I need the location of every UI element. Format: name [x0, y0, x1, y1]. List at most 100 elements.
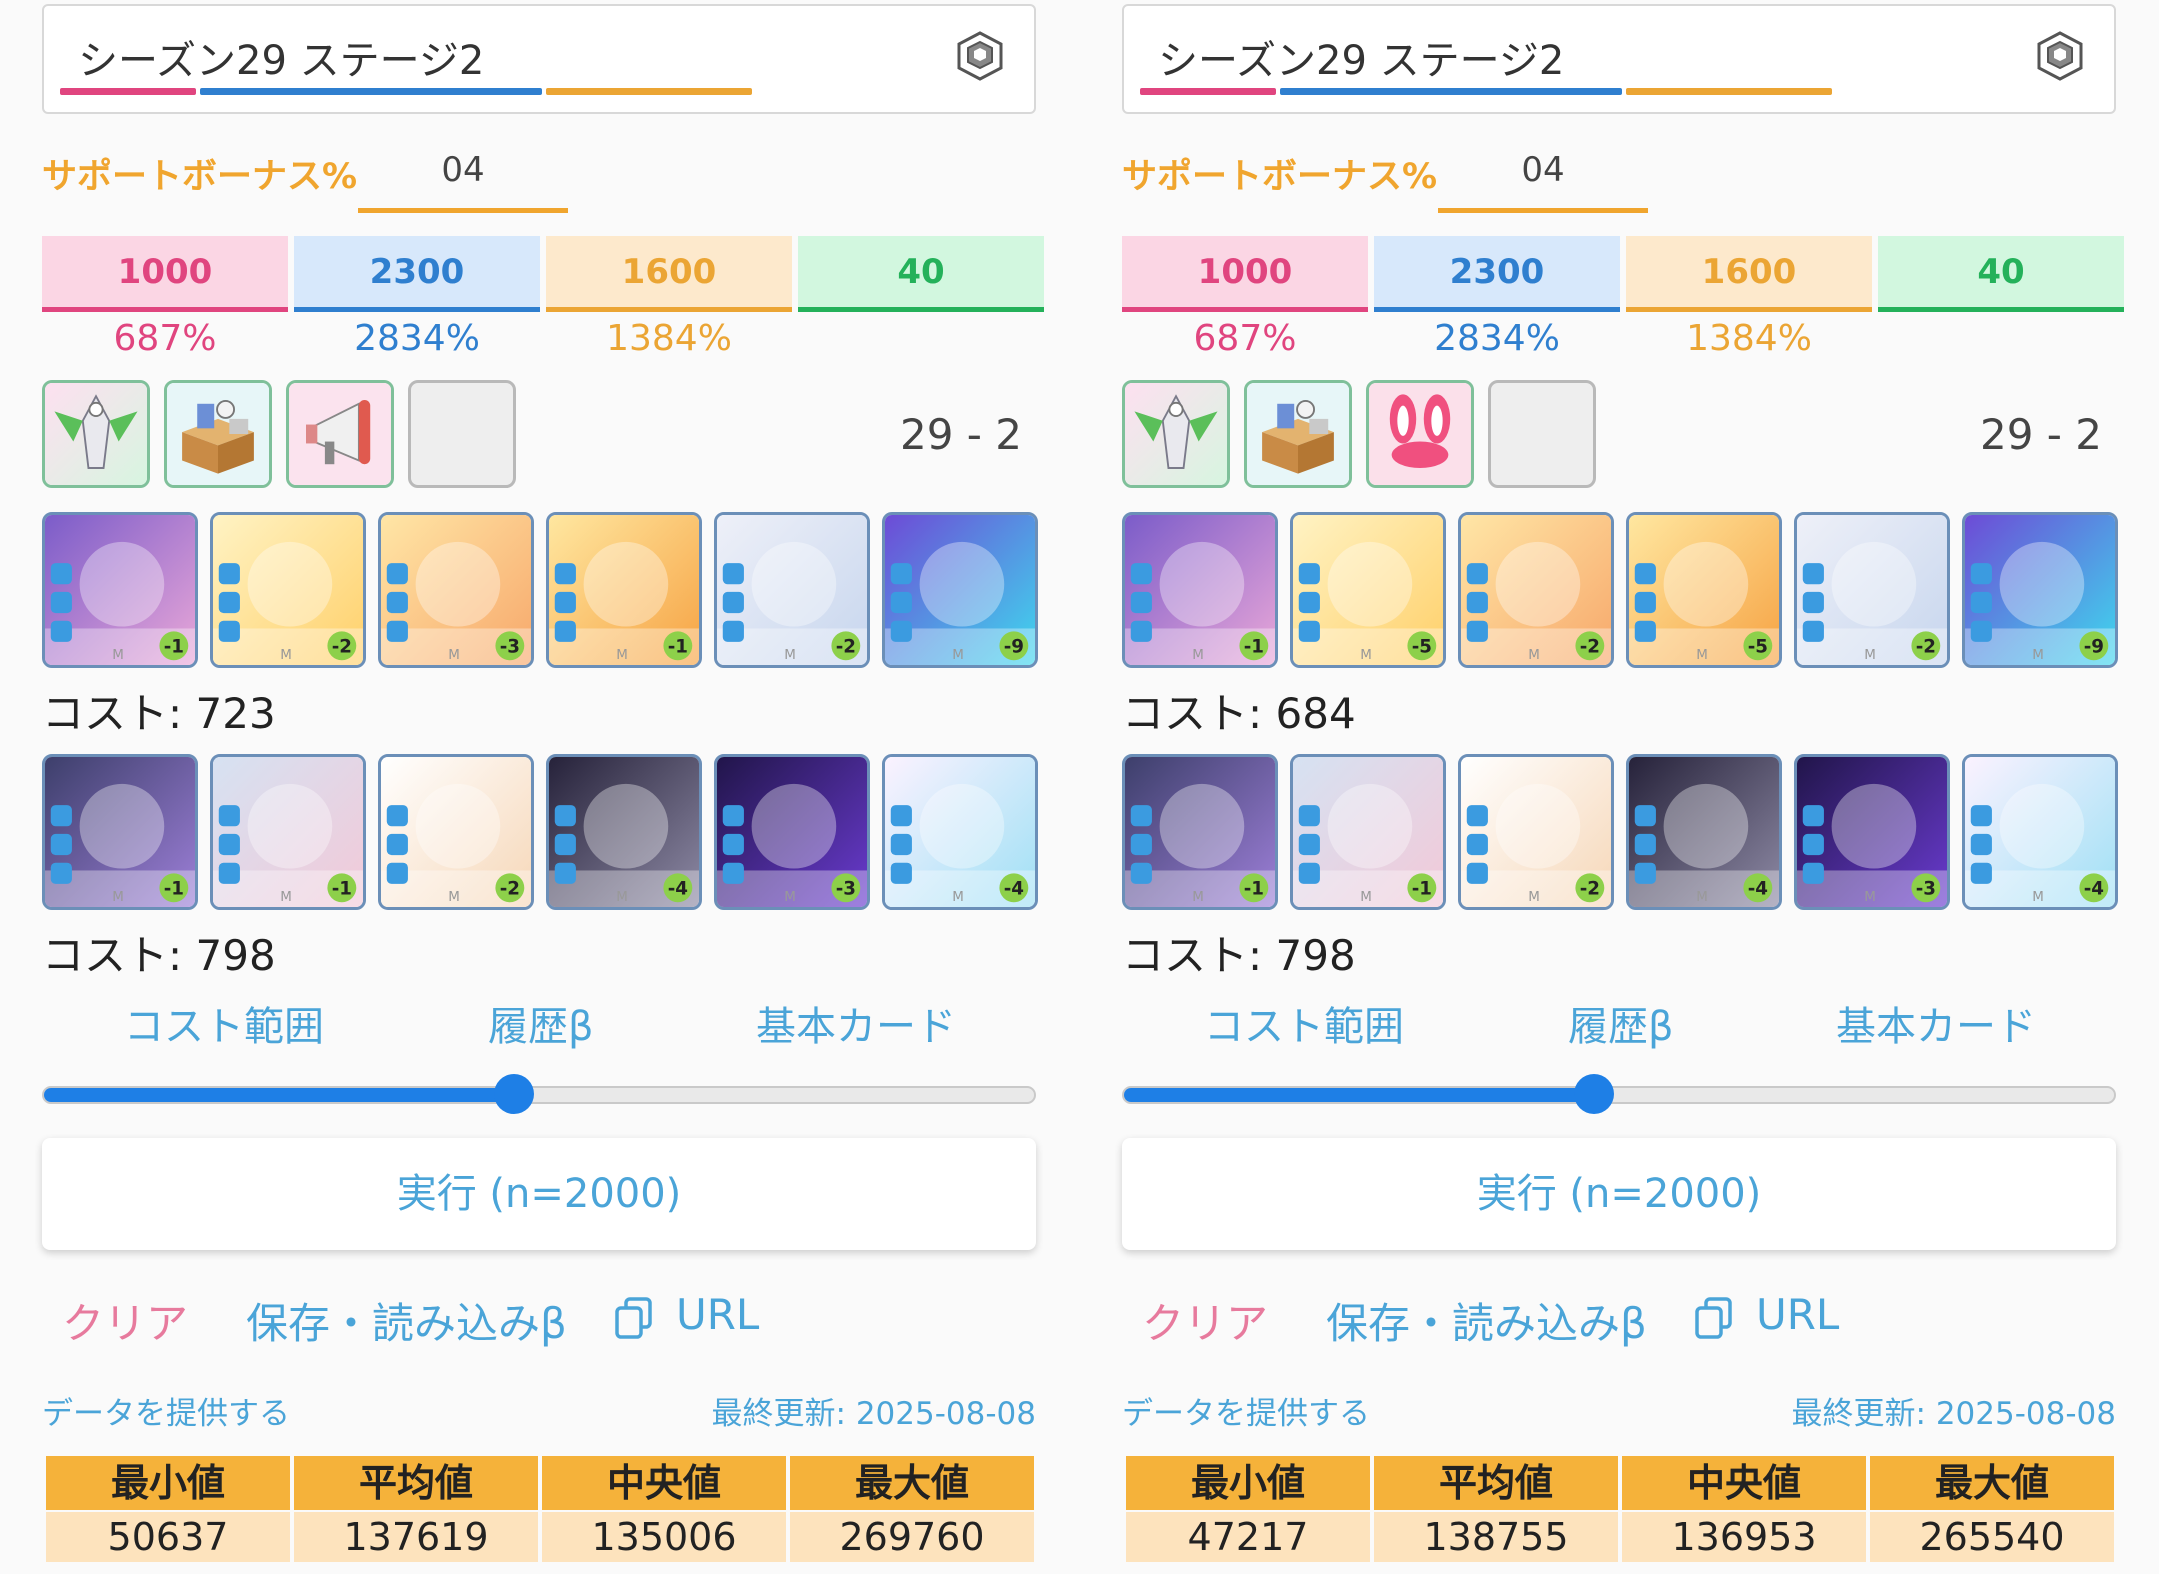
cost-slider[interactable]	[42, 1074, 1036, 1114]
slider-thumb[interactable]	[1574, 1074, 1615, 1114]
url-button[interactable]: URL	[1756, 1290, 1839, 1339]
deck2-card-3[interactable]: M -2	[1458, 754, 1614, 910]
support-bonus-underline	[358, 208, 568, 213]
deck1-card-1[interactable]: M -1	[42, 512, 198, 668]
support-bonus-input[interactable]: 04	[358, 150, 568, 190]
stats-header-4: 最大値	[790, 1456, 1034, 1510]
power-box-1[interactable]: 1000	[42, 236, 288, 312]
deck1-card-5[interactable]: M -2	[1794, 512, 1950, 668]
deck1-card-6[interactable]: M -9	[882, 512, 1038, 668]
power-percent-3: 1384%	[1686, 318, 1812, 359]
support-bonus-input[interactable]: 04	[1438, 150, 1648, 190]
svg-text:M: M	[1864, 890, 1876, 905]
deck1-card-6[interactable]: M -9	[1962, 512, 2118, 668]
link-basic-cards[interactable]: 基本カード	[1836, 994, 2036, 1052]
last-updated: 最終更新: 2025-08-08	[711, 1396, 1036, 1432]
run-button[interactable]: 実行 (n=2000)	[1122, 1138, 2116, 1250]
svg-text:M: M	[1696, 890, 1708, 905]
run-button[interactable]: 実行 (n=2000)	[42, 1138, 1036, 1250]
provide-data-link[interactable]: データを提供する	[42, 1388, 290, 1433]
stats-value-2: 137619	[294, 1512, 538, 1562]
provide-data-link[interactable]: データを提供する	[1122, 1388, 1370, 1433]
empty-item-slot[interactable]	[408, 380, 516, 488]
support-bonus-label: サポートボーナス%	[42, 157, 358, 197]
svg-text:-1: -1	[332, 879, 352, 900]
deck1-card-2[interactable]: M -2	[210, 512, 366, 668]
deck2-card-6[interactable]: M -4	[882, 754, 1038, 910]
link-cost-range[interactable]: コスト範囲	[124, 994, 324, 1052]
deck2-card-1[interactable]: M -1	[1122, 754, 1278, 910]
robot-item[interactable]	[1122, 380, 1230, 488]
simulator-panel-left: シーズン29 ステージ2 サポートボーナス% 04 1000 687% 2300 28…	[0, 0, 1080, 1574]
deck2-card-1[interactable]: M -1	[42, 754, 198, 910]
deck1-card-3[interactable]: M -3	[378, 512, 534, 668]
deck2-card-3[interactable]: M -2	[378, 754, 534, 910]
stage-label: 29 - 2	[1979, 410, 2102, 459]
deck1-card-1[interactable]: M -1	[1122, 512, 1278, 668]
power-box-2[interactable]: 2300	[1374, 236, 1620, 312]
deck1-card-2[interactable]: M -5	[1290, 512, 1446, 668]
power-box-4[interactable]: 40	[1878, 236, 2124, 312]
clear-button[interactable]: クリア	[62, 1290, 188, 1351]
svg-text:-4: -4	[2084, 879, 2104, 900]
save-load-button[interactable]: 保存・読み込みβ	[246, 1290, 567, 1351]
power-box-4[interactable]: 40	[798, 236, 1044, 312]
svg-text:M: M	[784, 890, 796, 905]
color-bar-pink	[1140, 88, 1276, 95]
power-percent-1: 687%	[113, 318, 217, 359]
stats-header-1: 最小値	[46, 1456, 290, 1510]
deck2-card-2[interactable]: M -1	[1290, 754, 1446, 910]
color-bar-blue	[200, 88, 542, 95]
clear-button[interactable]: クリア	[1142, 1290, 1268, 1351]
stage-label: 29 - 2	[899, 410, 1022, 459]
slider-fill	[44, 1088, 515, 1102]
deck2-card-6[interactable]: M -4	[1962, 754, 2118, 910]
link-cost-range[interactable]: コスト範囲	[1204, 994, 1404, 1052]
box-item[interactable]	[1244, 380, 1352, 488]
svg-text:-5: -5	[1748, 637, 1768, 658]
deck2-card-4[interactable]: M -4	[1626, 754, 1782, 910]
cube-logo-icon	[957, 31, 1003, 81]
slider-thumb[interactable]	[494, 1074, 535, 1114]
power-box-1[interactable]: 1000	[1122, 236, 1368, 312]
copy-icon[interactable]	[1694, 1296, 1734, 1340]
copy-icon[interactable]	[614, 1296, 654, 1340]
stats-value-4: 269760	[790, 1512, 1034, 1562]
power-percent-1: 687%	[1193, 318, 1297, 359]
link-history[interactable]: 履歴β	[488, 994, 594, 1052]
cost-slider[interactable]	[1122, 1074, 2116, 1114]
power-box-2[interactable]: 2300	[294, 236, 540, 312]
svg-text:M: M	[1360, 890, 1372, 905]
svg-text:-1: -1	[1412, 879, 1432, 900]
color-bar-orange	[546, 88, 752, 95]
stage-selector[interactable]: シーズン29 ステージ2	[1122, 4, 2116, 114]
deck-2-cost: コスト: 798	[1122, 931, 1356, 980]
box-item[interactable]	[164, 380, 272, 488]
link-history[interactable]: 履歴β	[1568, 994, 1674, 1052]
url-button[interactable]: URL	[676, 1290, 759, 1339]
save-load-button[interactable]: 保存・読み込みβ	[1326, 1290, 1647, 1351]
svg-text:M: M	[1192, 648, 1204, 663]
svg-text:-2: -2	[1580, 637, 1600, 658]
power-box-3[interactable]: 1600	[546, 236, 792, 312]
svg-text:M: M	[952, 890, 964, 905]
deck2-card-2[interactable]: M -1	[210, 754, 366, 910]
deck2-card-5[interactable]: M -3	[1794, 754, 1950, 910]
link-basic-cards[interactable]: 基本カード	[756, 994, 956, 1052]
megaphone-item[interactable]	[286, 380, 394, 488]
robot-item[interactable]	[42, 380, 150, 488]
cube-logo-icon	[2037, 31, 2083, 81]
deck1-card-4[interactable]: M -1	[546, 512, 702, 668]
deck1-card-4[interactable]: M -5	[1626, 512, 1782, 668]
svg-text:-3: -3	[836, 879, 856, 900]
bunny-ears-item[interactable]	[1366, 380, 1474, 488]
deck1-card-5[interactable]: M -2	[714, 512, 870, 668]
deck1-card-3[interactable]: M -2	[1458, 512, 1614, 668]
svg-text:M: M	[784, 648, 796, 663]
svg-text:-1: -1	[164, 879, 184, 900]
power-box-3[interactable]: 1600	[1626, 236, 1872, 312]
deck2-card-4[interactable]: M -4	[546, 754, 702, 910]
empty-item-slot[interactable]	[1488, 380, 1596, 488]
stage-selector[interactable]: シーズン29 ステージ2	[42, 4, 1036, 114]
deck2-card-5[interactable]: M -3	[714, 754, 870, 910]
